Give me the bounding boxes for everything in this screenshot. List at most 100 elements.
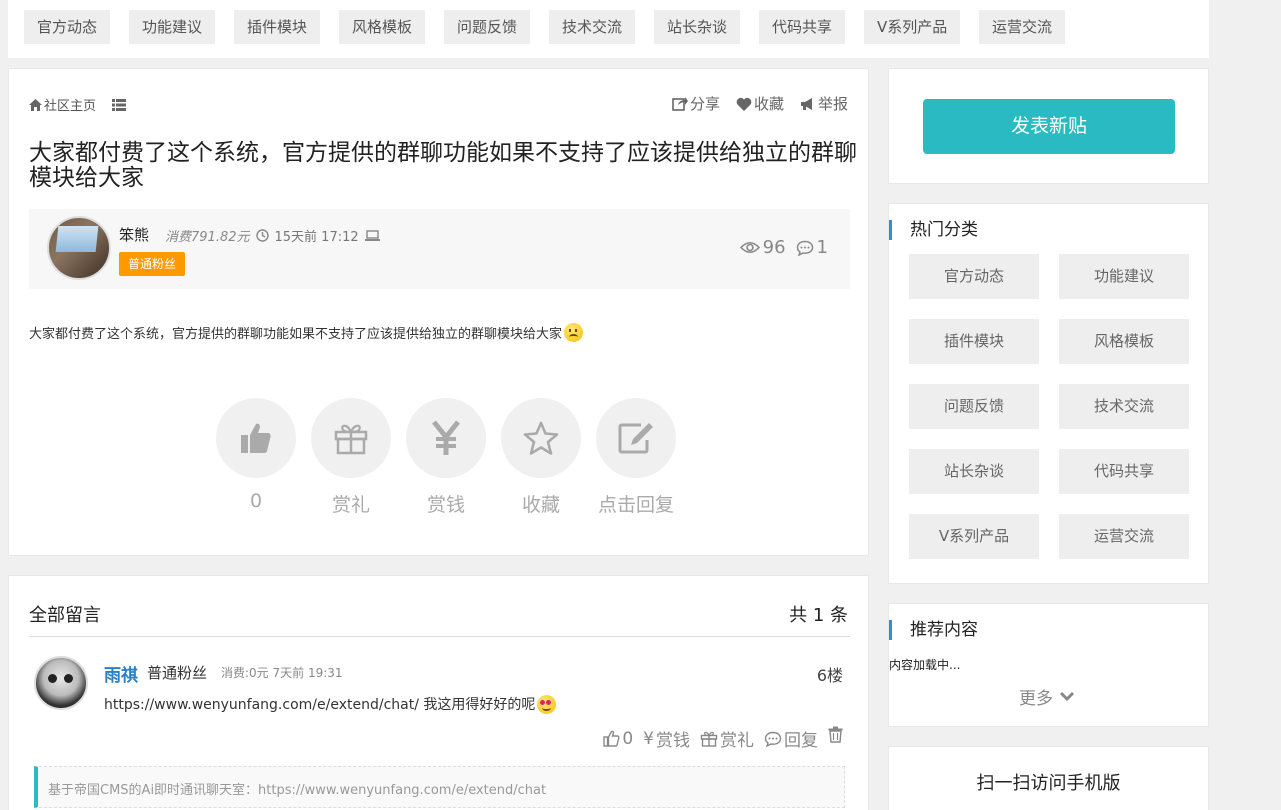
like-reaction[interactable]: 0: [216, 398, 296, 517]
yen-icon: [432, 420, 460, 455]
author-spent: 消费791.82元: [165, 230, 250, 245]
laptop-icon: [364, 230, 380, 241]
category-plugins[interactable]: 插件模块: [909, 319, 1039, 364]
reaction-row: 0 赏礼 赏钱 收藏 点击回复: [216, 398, 676, 517]
share-icon: [672, 97, 688, 111]
comments-count: 共 1 条: [789, 605, 848, 626]
breadcrumb-home[interactable]: 社区主页: [29, 95, 96, 114]
nav-tag-v-series[interactable]: V系列产品: [864, 10, 961, 44]
favorite-button[interactable]: 收藏: [736, 93, 784, 114]
trash-icon[interactable]: [828, 726, 843, 743]
sad-face-emoji-icon: [564, 323, 584, 342]
star-icon: [523, 421, 559, 455]
views-stat: 96: [739, 237, 786, 258]
commenter-avatar[interactable]: [34, 656, 88, 710]
category-official[interactable]: 官方动态: [909, 254, 1039, 299]
comment-quote: 基于帝国CMS的Ai即时通讯聊天室：https://www.wenyunfang…: [34, 766, 845, 808]
report-label: 举报: [817, 95, 848, 113]
comments-divider: [29, 636, 850, 637]
mobile-qr-title: 扫一扫访问手机版: [976, 773, 1121, 794]
recommend-title: 推荐内容: [889, 620, 978, 640]
heart-eyes-emoji-icon: [537, 694, 557, 714]
category-tech[interactable]: 技术交流: [1059, 384, 1189, 429]
gift-icon: [334, 424, 368, 455]
nav-tag-code[interactable]: 代码共享: [759, 10, 846, 44]
comment-money-button[interactable]: ¥ 赏钱: [643, 726, 690, 752]
hot-categories-card: 热门分类 官方动态 功能建议 插件模块 风格模板 问题反馈 技术交流 站长杂谈 …: [888, 203, 1209, 584]
comment-reply-button[interactable]: 回复: [764, 726, 818, 751]
comment-reply-label: 回复: [784, 731, 818, 751]
comment-gift-button[interactable]: 赏礼: [700, 726, 754, 751]
report-button[interactable]: 举报: [800, 93, 848, 114]
like-circle[interactable]: [216, 398, 296, 478]
category-v-series[interactable]: V系列产品: [909, 514, 1039, 559]
like-count: 0: [249, 490, 263, 512]
category-feedback[interactable]: 问题反馈: [909, 384, 1039, 429]
replies-stat: 1: [796, 237, 828, 258]
comments-card: 全部留言 共 1 条 雨祺 普通粉丝 消费:0元 7天前 19:31 6楼 ht…: [8, 575, 869, 810]
gift-circle[interactable]: [311, 398, 391, 478]
post-time: 15天前 17:12: [274, 230, 359, 245]
more-label: 更多: [1019, 689, 1053, 709]
comments-header: 全部留言: [29, 605, 101, 626]
author-avatar[interactable]: [47, 216, 111, 280]
gift-label: 赏礼: [331, 494, 370, 516]
category-suggestion[interactable]: 功能建议: [1059, 254, 1189, 299]
chevron-down-icon: [1059, 691, 1075, 702]
category-chat[interactable]: 站长杂谈: [909, 449, 1039, 494]
share-button[interactable]: 分享: [672, 93, 720, 114]
comment-floor: 6楼: [816, 666, 843, 685]
comment-meta: 消费:0元 7天前 19:31: [221, 666, 343, 680]
comment-actions: 0 ¥ 赏钱 赏礼 回复: [603, 726, 843, 751]
comment-gift-label: 赏礼: [720, 731, 754, 751]
category-operation[interactable]: 运营交流: [1059, 514, 1189, 559]
fan-badge: 普通粉丝: [119, 252, 186, 276]
list-icon[interactable]: [112, 98, 127, 111]
gift-small-icon: [700, 731, 718, 747]
nav-tag-operation[interactable]: 运营交流: [979, 10, 1066, 44]
author-box: 笨熊 消费791.82元 15天前 17:12 普通粉丝 96 1: [29, 209, 850, 289]
comment-like-button[interactable]: 0: [603, 726, 633, 751]
new-post-button[interactable]: 发表新贴: [923, 99, 1175, 154]
yen-small-icon: ¥: [643, 728, 654, 749]
commenter-name[interactable]: 雨祺: [104, 661, 138, 686]
post-card: 社区主页 分享 收藏 举报 大家都付费了这个系统，官方提供的群聊功能如果不支持了…: [8, 68, 869, 556]
replies-count: 1: [816, 237, 828, 258]
nav-tag-feedback[interactable]: 问题反馈: [444, 10, 531, 44]
mobile-qr-card: 扫一扫访问手机版: [888, 746, 1209, 810]
heart-icon: [736, 97, 752, 111]
post-actions: 分享 收藏 举报: [672, 93, 848, 114]
nav-tag-templates[interactable]: 风格模板: [339, 10, 426, 44]
nav-tag-tech[interactable]: 技术交流: [549, 10, 636, 44]
nav-tag-official[interactable]: 官方动态: [24, 10, 111, 44]
reply-label: 点击回复: [597, 494, 674, 516]
comment-like-count: 0: [622, 728, 634, 749]
hot-categories-title: 热门分类: [889, 220, 978, 240]
favorite-circle[interactable]: [501, 398, 581, 478]
nav-tag-chat[interactable]: 站长杂谈: [654, 10, 741, 44]
money-circle[interactable]: [406, 398, 486, 478]
money-label: 赏钱: [426, 494, 465, 516]
nav-tag-suggestion[interactable]: 功能建议: [129, 10, 216, 44]
megaphone-icon: [800, 97, 812, 110]
post-body-text: 大家都付费了这个系统，官方提供的群聊功能如果不支持了应该提供给独立的群聊模块给大…: [29, 327, 563, 342]
comment-text-content: https://www.wenyunfang.com/e/extend/chat…: [104, 697, 536, 713]
more-button[interactable]: 更多: [1019, 684, 1075, 709]
commenter-rank: 普通粉丝: [147, 664, 208, 682]
thumbs-up-outline-icon: [603, 730, 620, 747]
reply-reaction[interactable]: 点击回复: [596, 398, 676, 517]
gift-reaction[interactable]: 赏礼: [311, 398, 391, 517]
money-reaction[interactable]: 赏钱: [406, 398, 486, 517]
category-code[interactable]: 代码共享: [1059, 449, 1189, 494]
favorite-reaction[interactable]: 收藏: [501, 398, 581, 517]
recommend-card: 推荐内容 内容加载中... 更多: [888, 603, 1209, 727]
nav-tag-plugins[interactable]: 插件模块: [234, 10, 321, 44]
post-body: 大家都付费了这个系统，官方提供的群聊功能如果不支持了应该提供给独立的群聊模块给大…: [29, 323, 584, 342]
category-templates[interactable]: 风格模板: [1059, 319, 1189, 364]
share-label: 分享: [689, 95, 720, 113]
author-name[interactable]: 笨熊: [119, 224, 149, 245]
post-title: 大家都付费了这个系统，官方提供的群聊功能如果不支持了应该提供给独立的群聊模块给大…: [29, 140, 857, 191]
recommend-loading: 内容加载中...: [889, 658, 961, 672]
home-icon: [29, 98, 42, 111]
reply-circle[interactable]: [596, 398, 676, 478]
